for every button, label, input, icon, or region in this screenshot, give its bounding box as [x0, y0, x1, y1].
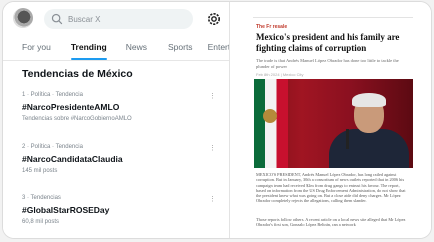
screen-frame: Buscar X For you Trending News Sports En…: [2, 1, 432, 239]
article-photo: [254, 79, 413, 168]
tab-for-you[interactable]: For you: [22, 36, 51, 60]
tab-trending[interactable]: Trending: [70, 36, 107, 60]
speaker-body: [329, 129, 409, 168]
article-byline: Feb 8th 2024 | Mexico City: [256, 72, 304, 77]
section-title: Tendencias de México: [22, 68, 133, 80]
search-placeholder: Buscar X: [68, 14, 101, 24]
trend-meta: 2 · Política · Tendencia: [22, 144, 83, 150]
mexican-flag-image: [254, 79, 288, 168]
trend-item[interactable]: 3 · Tendencias #GlobalStarROSEDay 60,8 m…: [22, 195, 222, 225]
trend-meta: 1 · Política · Tendencia: [22, 92, 83, 98]
article-headline: Mexico's president and his family are fi…: [256, 32, 400, 53]
tab-entertainment[interactable]: Entert: [208, 36, 231, 60]
trend-count: Tendencias sobre #NarcoGobiernoAMLO: [22, 116, 132, 122]
more-icon[interactable]: ⋮: [209, 144, 216, 152]
gear-icon[interactable]: [206, 11, 222, 27]
trend-count: 60,8 mil posts: [22, 219, 60, 225]
trend-name: #GlobalStarROSEDay: [22, 205, 110, 215]
avatar[interactable]: [13, 8, 33, 28]
trend-name: #NarcoCandidataClaudia: [22, 154, 123, 164]
speaker-hair: [352, 93, 386, 107]
article-body-paragraph-2: Those reports follow others. A recent ar…: [256, 217, 406, 228]
tab-sports[interactable]: Sports: [168, 36, 193, 60]
flag-emblem: [263, 109, 277, 123]
search-input[interactable]: Buscar X: [44, 9, 193, 29]
trend-name: #NarcoPresidenteAMLO: [22, 102, 120, 112]
trend-meta: 3 · Tendencias: [22, 195, 61, 201]
x-explore-panel: Buscar X For you Trending News Sports En…: [3, 2, 231, 238]
article-panel: The Fr resale Mexico's president and his…: [230, 2, 431, 238]
trend-item[interactable]: 1 · Política · Tendencia #NarcoPresident…: [22, 92, 222, 122]
trend-count: 145 mil posts: [22, 168, 58, 174]
microphone-icon: [346, 129, 349, 149]
article-body-paragraph: MEXICO'S PRESIDENT, Andrés Manuel López …: [256, 172, 406, 204]
article-kicker: The Fr resale: [256, 24, 288, 30]
explore-tabs: For you Trending News Sports Entert: [3, 36, 231, 61]
more-icon[interactable]: ⋮: [209, 195, 216, 203]
article-dek: The trade is that Andrés Manuel López Ob…: [256, 58, 399, 69]
header-rule: [253, 17, 413, 18]
tab-news[interactable]: News: [126, 36, 147, 60]
trend-item[interactable]: 2 · Política · Tendencia #NarcoCandidata…: [22, 144, 222, 174]
search-icon: [51, 13, 63, 25]
more-icon[interactable]: ⋮: [209, 92, 216, 100]
